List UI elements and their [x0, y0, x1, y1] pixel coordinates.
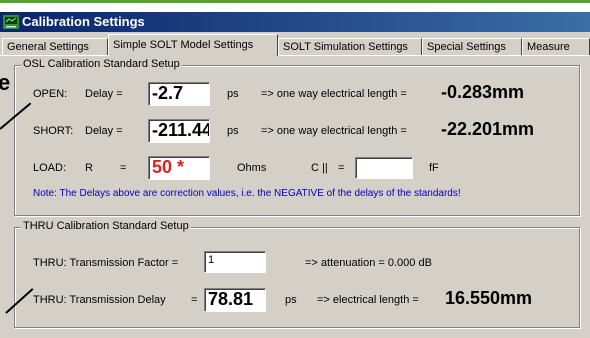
thru-delay-input[interactable]: 78.81 — [204, 288, 266, 312]
short-delay-input[interactable]: -211.44 — [148, 119, 210, 143]
load-c-equals: = — [338, 162, 345, 174]
tab-measure[interactable]: Measure — [522, 38, 590, 55]
title-bar: Calibration Settings — [0, 12, 590, 32]
thru-length-value: 16.550mm — [445, 288, 533, 308]
thru-factor-label: THRU: Transmission Factor = — [33, 257, 179, 269]
open-unit: ps — [227, 88, 239, 100]
open-label: OPEN: — [33, 88, 68, 100]
short-delay-label: Delay = — [85, 125, 123, 137]
load-equals: = — [120, 162, 127, 174]
load-r-label: R — [85, 162, 93, 174]
short-label: SHORT: — [33, 125, 74, 137]
thru-delay-label: THRU: Transmission Delay — [33, 294, 166, 306]
tab-panel: OSL Calibration Standard Setup OPEN: Del… — [0, 55, 590, 338]
thru-attenuation: => attenuation = 0.000 dB — [305, 257, 432, 269]
open-length-value: -0.283mm — [441, 82, 525, 102]
delay-note: Note: The Delays above are correction va… — [33, 188, 461, 199]
window-title: Calibration Settings — [22, 14, 145, 29]
load-r-unit: Ohms — [237, 162, 267, 174]
thru-delay-equals: = — [191, 294, 198, 306]
accent-line — [0, 0, 590, 3]
open-length-label: => one way electrical length = — [261, 88, 407, 100]
thru-length-label: => electrical length = — [317, 294, 419, 306]
tab-general-settings[interactable]: General Settings — [2, 38, 108, 55]
calibration-settings-window: Calibration Settings General Settings Si… — [0, 12, 590, 338]
short-length-value: -22.201mm — [441, 119, 535, 139]
open-delay-input[interactable]: -2.7 — [148, 82, 210, 106]
tab-special-settings[interactable]: Special Settings — [422, 38, 522, 55]
open-delay-label: Delay = — [85, 88, 123, 100]
short-length-label: => one way electrical length = — [261, 125, 407, 137]
tab-simple-solt-model-settings[interactable]: Simple SOLT Model Settings — [108, 34, 278, 56]
load-c-input[interactable] — [355, 157, 413, 179]
load-label: LOAD: — [33, 162, 67, 174]
thru-group-title: THRU Calibration Standard Setup — [21, 220, 191, 232]
tab-bar: General Settings Simple SOLT Model Setti… — [0, 34, 590, 56]
short-unit: ps — [227, 125, 239, 137]
load-c-unit: fF — [429, 162, 439, 174]
load-r-input[interactable]: 50 * — [148, 156, 210, 180]
load-c-label: C || — [311, 162, 328, 174]
thru-factor-input[interactable]: 1 — [204, 251, 266, 273]
tab-solt-simulation-settings[interactable]: SOLT Simulation Settings — [278, 38, 422, 55]
thru-group: THRU Calibration Standard Setup THRU: Tr… — [14, 220, 580, 328]
thru-delay-unit: ps — [285, 294, 297, 306]
osl-group: OSL Calibration Standard Setup OPEN: Del… — [14, 58, 580, 216]
edge-cropped-text: e — [0, 70, 11, 95]
app-icon — [3, 15, 19, 29]
osl-group-title: OSL Calibration Standard Setup — [21, 58, 182, 70]
